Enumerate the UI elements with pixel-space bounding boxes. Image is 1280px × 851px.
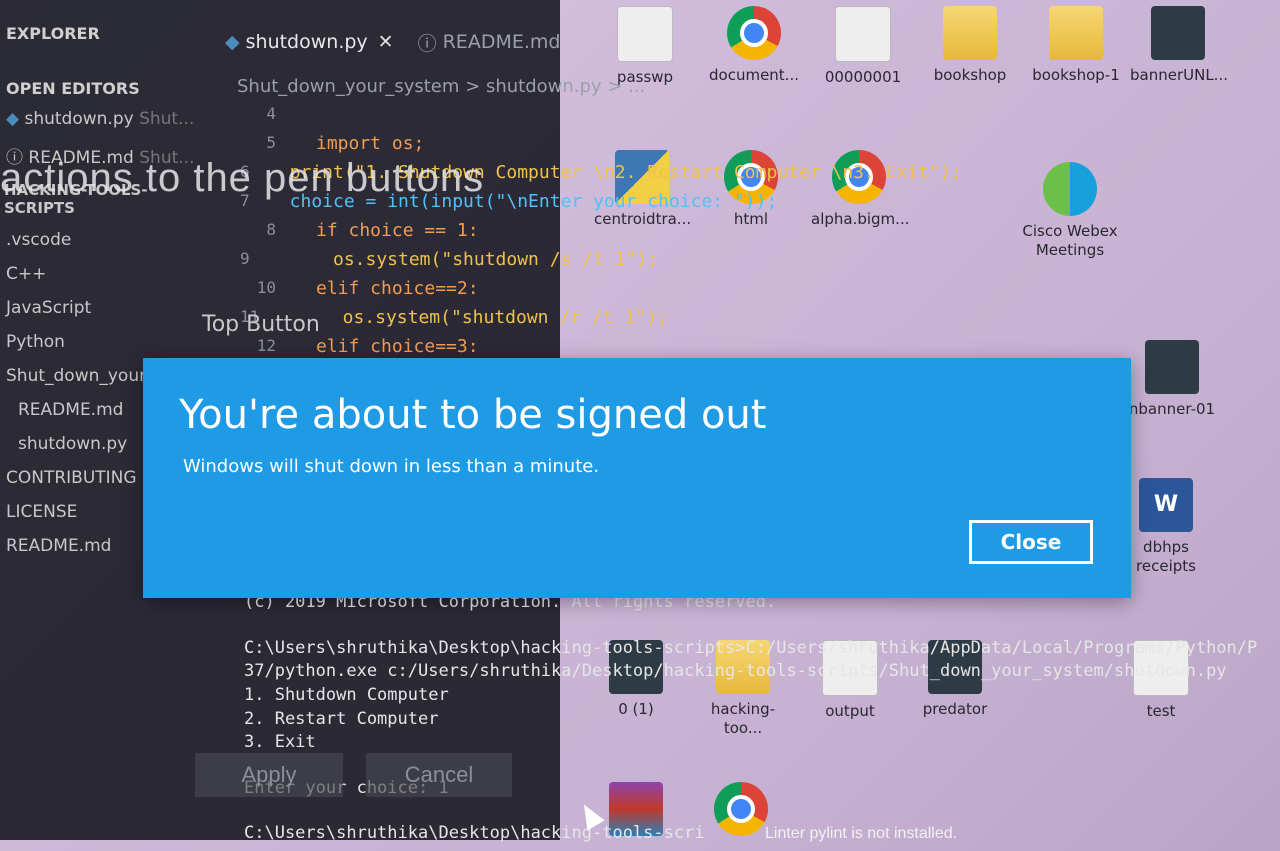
desktop-icon-dbhps-receipts[interactable]: W dbhps receipts bbox=[1118, 478, 1214, 576]
tree-item[interactable]: C++ bbox=[0, 257, 210, 291]
breadcrumb[interactable]: Shut_down_your_system > shutdown.py > ..… bbox=[237, 76, 645, 97]
explorer-header: EXPLORER bbox=[6, 24, 100, 43]
line-number: 8 bbox=[266, 220, 276, 239]
desktop-icon-label: Cisco Webex Meetings bbox=[1022, 222, 1118, 259]
sign-out-dialog: You're about to be signed out Windows wi… bbox=[143, 358, 1131, 598]
desktop-icon-label: nbanner-01 bbox=[1128, 400, 1216, 418]
dialog-title: You're about to be signed out bbox=[179, 392, 767, 438]
open-editor-label: shutdown.py bbox=[24, 109, 134, 129]
tab-readme[interactable]: ⓘ README.md bbox=[418, 29, 561, 56]
terminal-line: 37/python.exe c:/Users/shruthika/Desktop… bbox=[244, 661, 1227, 681]
tree-item[interactable]: .vscode bbox=[0, 223, 210, 257]
line-number: 9 bbox=[240, 249, 250, 268]
file-icon bbox=[617, 6, 673, 62]
line-text: os.system("shutdown /r /t 1"); bbox=[299, 307, 668, 328]
word-icon: W bbox=[1139, 478, 1193, 532]
tab-label: README.md bbox=[442, 31, 561, 53]
line-number: 4 bbox=[266, 104, 276, 123]
python-icon: ◆ bbox=[6, 109, 20, 129]
desktop-icon-nbanner-01[interactable]: nbanner-01 bbox=[1124, 340, 1220, 419]
editor-tabs: ◆ shutdown.py ✕ ⓘ README.md bbox=[225, 22, 560, 62]
desktop-icon-passwp[interactable]: passwp bbox=[597, 6, 693, 87]
close-icon[interactable]: ✕ bbox=[378, 31, 394, 53]
desktop-icon-bannerUNL[interactable]: bannerUNL... bbox=[1130, 6, 1228, 85]
line-text: elif choice==2: bbox=[316, 278, 479, 299]
line-text: os.system("shutdown /s /t 1"); bbox=[289, 249, 659, 270]
image-icon bbox=[1151, 6, 1205, 60]
code-line: 8 if choice == 1: bbox=[240, 220, 560, 249]
desktop-icon-label: document... bbox=[709, 66, 799, 84]
code-line: 9 os.system("shutdown /s /t 1"); bbox=[240, 249, 658, 278]
desktop-icon-label: bookshop-1 bbox=[1032, 66, 1120, 84]
info-icon: ⓘ bbox=[417, 32, 437, 55]
open-editor-shutdown[interactable]: ◆ shutdown.py Shut... bbox=[0, 102, 210, 136]
tree-item[interactable]: JavaScript bbox=[0, 291, 210, 325]
desktop-icon-label: 00000001 bbox=[824, 68, 902, 86]
terminal-line: C:\Users\shruthika\Desktop\hacking-tools… bbox=[244, 823, 705, 843]
cancel-button[interactable]: Cancel bbox=[366, 753, 512, 797]
folder-icon bbox=[1049, 6, 1103, 60]
webex-icon bbox=[1043, 162, 1097, 216]
desktop-icon-bookshop-1[interactable]: bookshop-1 bbox=[1028, 6, 1124, 85]
code-line: 10 elif choice==2: bbox=[240, 278, 560, 307]
pen-settings-overlay-text: actions to the pen buttons bbox=[0, 156, 485, 200]
terminal-line: 1. Shutdown Computer bbox=[244, 685, 449, 705]
python-icon: ◆ bbox=[225, 31, 240, 53]
image-icon bbox=[1145, 340, 1199, 394]
code-line: 4 bbox=[240, 104, 560, 133]
open-editor-sub: Shut... bbox=[139, 109, 195, 129]
desktop-icon-label: bookshop bbox=[933, 66, 1007, 84]
terminal-line: C:\Users\shruthika\Desktop\hacking-tools… bbox=[244, 638, 1258, 658]
apply-button[interactable]: Apply bbox=[195, 753, 343, 797]
desktop-icon-bookshop[interactable]: bookshop bbox=[922, 6, 1018, 85]
desktop-icon-cisco-webex[interactable]: Cisco Webex Meetings bbox=[1022, 162, 1118, 260]
image-icon bbox=[835, 6, 891, 62]
line-text: if choice == 1: bbox=[316, 220, 479, 241]
terminal-line: 3. Exit bbox=[244, 732, 316, 752]
tab-shutdown[interactable]: ◆ shutdown.py ✕ bbox=[225, 31, 394, 53]
desktop-icon-00000001[interactable]: 00000001 bbox=[815, 6, 911, 87]
open-editors-header[interactable]: OPEN EDITORS bbox=[0, 75, 210, 102]
chrome-icon bbox=[727, 6, 781, 60]
dialog-message: Windows will shut down in less than a mi… bbox=[183, 456, 600, 477]
tree-item[interactable]: Python bbox=[0, 325, 210, 359]
line-number: 10 bbox=[256, 278, 276, 297]
tab-label: shutdown.py bbox=[245, 31, 368, 53]
desktop-icon-label: dbhps receipts bbox=[1136, 538, 1196, 575]
terminal-line: 2. Restart Computer bbox=[244, 709, 439, 729]
terminal-output[interactable]: (c) 2019 Microsoft Corporation. All righ… bbox=[210, 590, 1280, 851]
top-button-label: Top Button bbox=[202, 312, 320, 337]
folder-icon bbox=[943, 6, 997, 60]
close-button[interactable]: Close bbox=[969, 520, 1093, 564]
desktop-icon-document[interactable]: document... bbox=[706, 6, 802, 85]
linter-status-message: Linter pylint is not installed. bbox=[765, 825, 958, 842]
desktop-icon-label: alpha.bigm... bbox=[811, 210, 910, 228]
desktop-icon-label: bannerUNL... bbox=[1130, 66, 1228, 84]
